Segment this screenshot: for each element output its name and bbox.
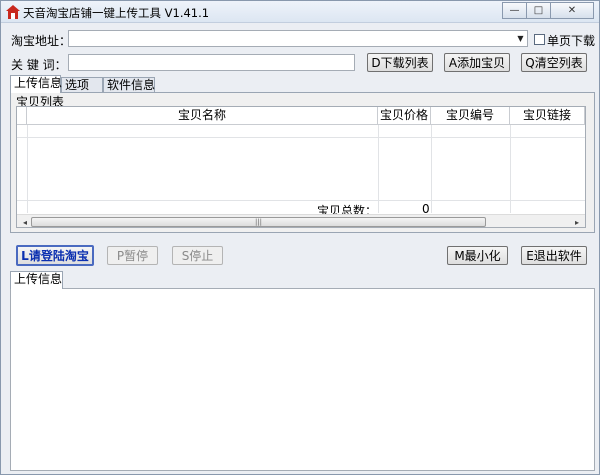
upload-log-area[interactable] (10, 288, 595, 471)
stop-button[interactable]: S停止 (172, 246, 223, 265)
single-page-checkbox[interactable] (534, 34, 545, 45)
column-header-name[interactable]: 宝贝名称 (27, 107, 378, 125)
tab-software-info[interactable]: 软件信息 (103, 77, 155, 93)
column-header-link[interactable]: 宝贝链接 (510, 107, 585, 125)
window-title: 天音淘宝店铺一键上传工具 V1.41.1 (23, 6, 210, 20)
column-header-price[interactable]: 宝贝价格 (378, 107, 431, 125)
grid-footer-line (17, 200, 585, 201)
minimize-app-button[interactable]: M最小化 (447, 246, 508, 265)
maximize-icon: □ (533, 5, 544, 16)
login-button[interactable]: L请登陆淘宝 (16, 245, 94, 266)
single-page-label: 单页下载 (547, 34, 596, 48)
item-grid[interactable]: 宝贝名称 宝贝价格 宝贝编号 宝贝链接 宝贝总数： 0 ◂ ||| ▸ (16, 106, 586, 228)
minimize-icon: — (509, 5, 520, 16)
tab-upload-log[interactable]: 上传信息 (10, 271, 63, 289)
main-window: 天音淘宝店铺一键上传工具 V1.41.1 — □ ✕ 淘宝地址： ▼ 单页下载 … (0, 0, 600, 475)
clear-list-button[interactable]: Q清空列表 (521, 53, 587, 72)
chevron-down-icon[interactable]: ▼ (514, 31, 527, 46)
add-item-button[interactable]: A添加宝贝 (444, 53, 510, 72)
close-window-button[interactable]: ✕ (550, 2, 594, 19)
scroll-thumb[interactable]: ||| (31, 217, 486, 227)
download-list-button[interactable]: D下载列表 (367, 53, 433, 72)
keyword-label: 关 键 词： (11, 58, 67, 72)
url-combobox[interactable]: ▼ (68, 30, 528, 47)
title-bar[interactable]: 天音淘宝店铺一键上传工具 V1.41.1 — □ ✕ (1, 1, 599, 23)
window-controls: — □ ✕ (502, 2, 594, 20)
tab-upload-info[interactable]: 上传信息 (10, 75, 62, 93)
grid-row-line (17, 137, 585, 138)
exit-app-button[interactable]: E退出软件 (521, 246, 587, 265)
grid-corner (17, 107, 27, 125)
pause-button[interactable]: P暂停 (107, 246, 158, 265)
horizontal-scrollbar[interactable]: ◂ ||| ▸ (17, 214, 585, 227)
minimize-window-button[interactable]: — (502, 2, 527, 19)
column-header-id[interactable]: 宝贝编号 (431, 107, 510, 125)
keyword-input[interactable] (68, 54, 355, 71)
scroll-left-icon[interactable]: ◂ (19, 216, 31, 227)
close-icon: ✕ (567, 5, 577, 16)
scroll-right-icon[interactable]: ▸ (571, 216, 583, 227)
tab-options[interactable]: 选项 (61, 77, 103, 93)
url-label: 淘宝地址： (11, 34, 72, 48)
house-icon (6, 5, 20, 19)
maximize-window-button[interactable]: □ (526, 2, 551, 19)
